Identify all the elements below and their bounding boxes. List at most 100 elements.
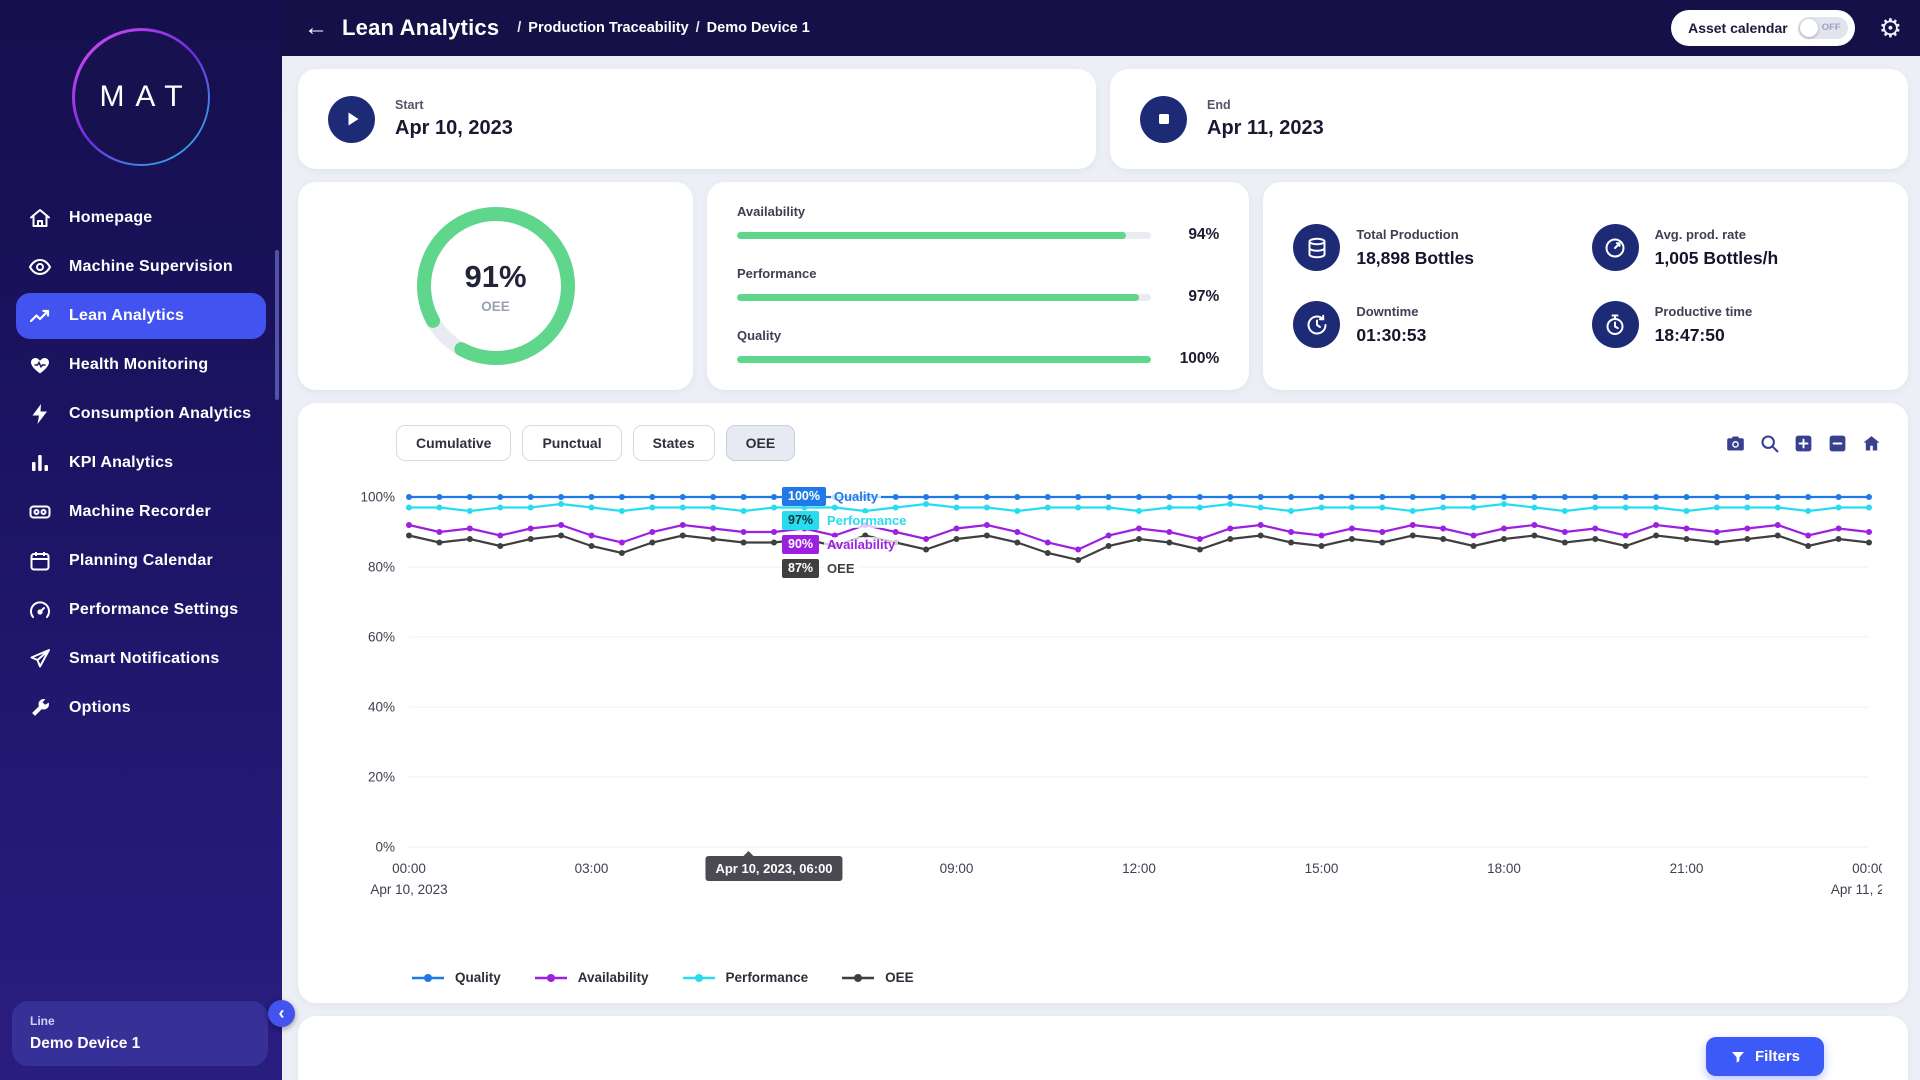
series-marker[interactable] bbox=[1592, 526, 1598, 532]
series-marker[interactable] bbox=[1653, 522, 1659, 528]
series-marker[interactable] bbox=[1227, 526, 1233, 532]
tab-cumulative[interactable]: Cumulative bbox=[396, 425, 511, 461]
series-marker[interactable] bbox=[1410, 494, 1416, 500]
series-marker[interactable] bbox=[1075, 557, 1081, 563]
series-marker[interactable] bbox=[801, 494, 807, 500]
series-marker[interactable] bbox=[589, 505, 595, 511]
series-marker[interactable] bbox=[558, 501, 564, 507]
series-marker[interactable] bbox=[1349, 536, 1355, 542]
series-marker[interactable] bbox=[1623, 505, 1629, 511]
series-marker[interactable] bbox=[1349, 494, 1355, 500]
asset-calendar-switch[interactable]: OFF bbox=[1798, 17, 1848, 39]
series-marker[interactable] bbox=[1166, 505, 1172, 511]
series-marker[interactable] bbox=[1379, 540, 1385, 546]
series-marker[interactable] bbox=[1653, 505, 1659, 511]
series-marker[interactable] bbox=[1805, 508, 1811, 514]
series-marker[interactable] bbox=[954, 536, 960, 542]
series-marker[interactable] bbox=[862, 508, 868, 514]
series-marker[interactable] bbox=[1684, 536, 1690, 542]
series-marker[interactable] bbox=[589, 533, 595, 539]
sidebar-item-homepage[interactable]: Homepage bbox=[16, 195, 266, 241]
series-marker[interactable] bbox=[406, 505, 412, 511]
series-marker[interactable] bbox=[893, 505, 899, 511]
series-marker[interactable] bbox=[1562, 529, 1568, 535]
series-marker[interactable] bbox=[467, 494, 473, 500]
series-marker[interactable] bbox=[1653, 533, 1659, 539]
series-marker[interactable] bbox=[680, 494, 686, 500]
series-marker[interactable] bbox=[1288, 494, 1294, 500]
series-marker[interactable] bbox=[1136, 494, 1142, 500]
series-marker[interactable] bbox=[497, 533, 503, 539]
series-marker[interactable] bbox=[1258, 505, 1264, 511]
series-marker[interactable] bbox=[1319, 533, 1325, 539]
series-marker[interactable] bbox=[1166, 529, 1172, 535]
series-marker[interactable] bbox=[1106, 505, 1112, 511]
series-marker[interactable] bbox=[801, 526, 807, 532]
series-marker[interactable] bbox=[649, 529, 655, 535]
series-marker[interactable] bbox=[954, 505, 960, 511]
sidebar-item-kpi-analytics[interactable]: KPI Analytics bbox=[16, 440, 266, 486]
series-marker[interactable] bbox=[589, 543, 595, 549]
series-marker[interactable] bbox=[1379, 529, 1385, 535]
series-marker[interactable] bbox=[923, 547, 929, 553]
series-marker[interactable] bbox=[1805, 543, 1811, 549]
series-marker[interactable] bbox=[406, 522, 412, 528]
series-marker[interactable] bbox=[558, 522, 564, 528]
series-marker[interactable] bbox=[1440, 526, 1446, 532]
sidebar-item-machine-supervision[interactable]: Machine Supervision bbox=[16, 244, 266, 290]
series-marker[interactable] bbox=[741, 508, 747, 514]
series-marker[interactable] bbox=[1531, 522, 1537, 528]
series-marker[interactable] bbox=[467, 508, 473, 514]
series-marker[interactable] bbox=[984, 522, 990, 528]
series-marker[interactable] bbox=[1531, 494, 1537, 500]
series-marker[interactable] bbox=[1045, 494, 1051, 500]
series-marker[interactable] bbox=[1440, 536, 1446, 542]
series-marker[interactable] bbox=[1288, 508, 1294, 514]
series-marker[interactable] bbox=[1684, 494, 1690, 500]
breadcrumb-item-demo-device-1[interactable]: Demo Device 1 bbox=[707, 20, 810, 36]
series-marker[interactable] bbox=[528, 494, 534, 500]
series-marker[interactable] bbox=[862, 494, 868, 500]
series-marker[interactable] bbox=[558, 494, 564, 500]
zoom-out-icon[interactable] bbox=[1827, 433, 1848, 454]
sidebar-item-machine-recorder[interactable]: Machine Recorder bbox=[16, 489, 266, 535]
asset-calendar-toggle-pill[interactable]: Asset calendar OFF bbox=[1671, 10, 1855, 46]
series-marker[interactable] bbox=[801, 536, 807, 542]
back-arrow-icon[interactable]: ← bbox=[300, 14, 332, 42]
breadcrumb-item-production-traceability[interactable]: Production Traceability bbox=[528, 20, 688, 36]
series-marker[interactable] bbox=[1258, 533, 1264, 539]
tab-oee[interactable]: OEE bbox=[726, 425, 796, 461]
series-marker[interactable] bbox=[1866, 540, 1872, 546]
series-marker[interactable] bbox=[984, 505, 990, 511]
sidebar-item-lean-analytics[interactable]: Lean Analytics bbox=[16, 293, 266, 339]
series-marker[interactable] bbox=[954, 494, 960, 500]
zoom-in-icon[interactable] bbox=[1793, 433, 1814, 454]
series-marker[interactable] bbox=[1836, 494, 1842, 500]
series-marker[interactable] bbox=[1471, 505, 1477, 511]
series-marker[interactable] bbox=[984, 533, 990, 539]
series-marker[interactable] bbox=[649, 505, 655, 511]
camera-icon[interactable] bbox=[1725, 433, 1746, 454]
series-marker[interactable] bbox=[771, 540, 777, 546]
series-marker[interactable] bbox=[1258, 494, 1264, 500]
series-marker[interactable] bbox=[741, 529, 747, 535]
series-marker[interactable] bbox=[1106, 533, 1112, 539]
series-marker[interactable] bbox=[1531, 533, 1537, 539]
series-marker[interactable] bbox=[1014, 529, 1020, 535]
series-marker[interactable] bbox=[1014, 508, 1020, 514]
series-marker[interactable] bbox=[1653, 494, 1659, 500]
filters-button[interactable]: Filters bbox=[1706, 1037, 1824, 1076]
series-marker[interactable] bbox=[1349, 505, 1355, 511]
series-marker[interactable] bbox=[1714, 505, 1720, 511]
series-marker[interactable] bbox=[893, 529, 899, 535]
series-marker[interactable] bbox=[710, 536, 716, 542]
series-marker[interactable] bbox=[710, 505, 716, 511]
series-marker[interactable] bbox=[528, 505, 534, 511]
series-marker[interactable] bbox=[1866, 494, 1872, 500]
series-marker[interactable] bbox=[893, 494, 899, 500]
series-marker[interactable] bbox=[1136, 536, 1142, 542]
series-marker[interactable] bbox=[1775, 505, 1781, 511]
series-marker[interactable] bbox=[497, 543, 503, 549]
series-marker[interactable] bbox=[619, 494, 625, 500]
series-marker[interactable] bbox=[1075, 505, 1081, 511]
